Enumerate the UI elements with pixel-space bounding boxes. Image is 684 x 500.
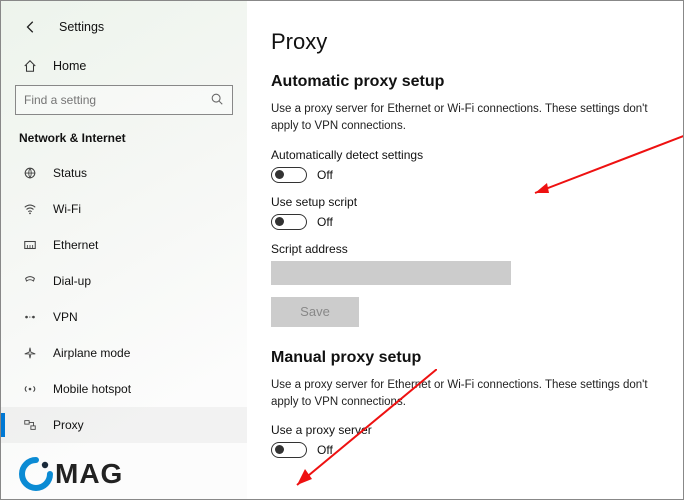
- auto-heading: Automatic proxy setup: [271, 73, 667, 91]
- sidebar-item-vpn[interactable]: VPN: [1, 299, 247, 335]
- script-address-input[interactable]: [271, 261, 511, 285]
- search-icon: [210, 92, 224, 109]
- status-icon: [21, 166, 39, 180]
- search-box[interactable]: [15, 85, 233, 115]
- manual-heading: Manual proxy setup: [271, 349, 667, 367]
- sidebar-item-label: Status: [53, 166, 87, 180]
- sidebar: Settings Home Network & Internet Status …: [1, 1, 247, 499]
- logo-icon: [19, 457, 53, 491]
- back-button[interactable]: [19, 15, 43, 39]
- sidebar-item-label: Proxy: [53, 418, 84, 432]
- wifi-icon: [21, 202, 39, 216]
- sidebar-item-hotspot[interactable]: Mobile hotspot: [1, 371, 247, 407]
- search-input[interactable]: [24, 93, 210, 107]
- script-toggle-state: Off: [317, 215, 333, 229]
- save-button[interactable]: Save: [271, 297, 359, 327]
- page-title: Proxy: [271, 29, 667, 55]
- detect-toggle[interactable]: [271, 167, 307, 183]
- arrow-left-icon: [24, 20, 38, 34]
- home-icon: [21, 59, 39, 73]
- hotspot-icon: [21, 382, 39, 396]
- sidebar-item-label: Mobile hotspot: [53, 382, 131, 396]
- home-label: Home: [53, 59, 86, 73]
- sidebar-item-dialup[interactable]: Dial-up: [1, 263, 247, 299]
- sidebar-item-label: Ethernet: [53, 238, 98, 252]
- main-content: Proxy Automatic proxy setup Use a proxy …: [247, 1, 683, 499]
- sidebar-item-proxy[interactable]: Proxy: [1, 407, 247, 443]
- detect-label: Automatically detect settings: [271, 148, 667, 162]
- sidebar-item-wifi[interactable]: Wi-Fi: [1, 191, 247, 227]
- detect-toggle-state: Off: [317, 168, 333, 182]
- section-title: Network & Internet: [1, 131, 247, 155]
- airplane-icon: [21, 346, 39, 360]
- window-title: Settings: [59, 20, 104, 34]
- ethernet-icon: [21, 238, 39, 252]
- sidebar-item-label: Wi-Fi: [53, 202, 81, 216]
- sidebar-item-label: Dial-up: [53, 274, 91, 288]
- dialup-icon: [21, 274, 39, 288]
- sidebar-menu: Status Wi-Fi Ethernet Dial-up VPN Airpla…: [1, 155, 247, 443]
- sidebar-item-label: VPN: [53, 310, 78, 324]
- sidebar-item-airplane[interactable]: Airplane mode: [1, 335, 247, 371]
- manual-desc: Use a proxy server for Ethernet or Wi-Fi…: [271, 377, 667, 412]
- script-address-label: Script address: [271, 242, 667, 256]
- script-label: Use setup script: [271, 195, 667, 209]
- use-proxy-toggle-state: Off: [317, 443, 333, 457]
- home-nav[interactable]: Home: [1, 53, 247, 85]
- auto-desc: Use a proxy server for Ethernet or Wi-Fi…: [271, 101, 667, 136]
- script-toggle[interactable]: [271, 214, 307, 230]
- logo-text: MAG: [55, 458, 123, 490]
- use-proxy-toggle[interactable]: [271, 442, 307, 458]
- logo: MAG: [19, 457, 123, 491]
- vpn-icon: [21, 310, 39, 324]
- sidebar-item-label: Airplane mode: [53, 346, 130, 360]
- proxy-icon: [21, 418, 39, 432]
- sidebar-item-ethernet[interactable]: Ethernet: [1, 227, 247, 263]
- use-proxy-label: Use a proxy server: [271, 423, 667, 437]
- sidebar-item-status[interactable]: Status: [1, 155, 247, 191]
